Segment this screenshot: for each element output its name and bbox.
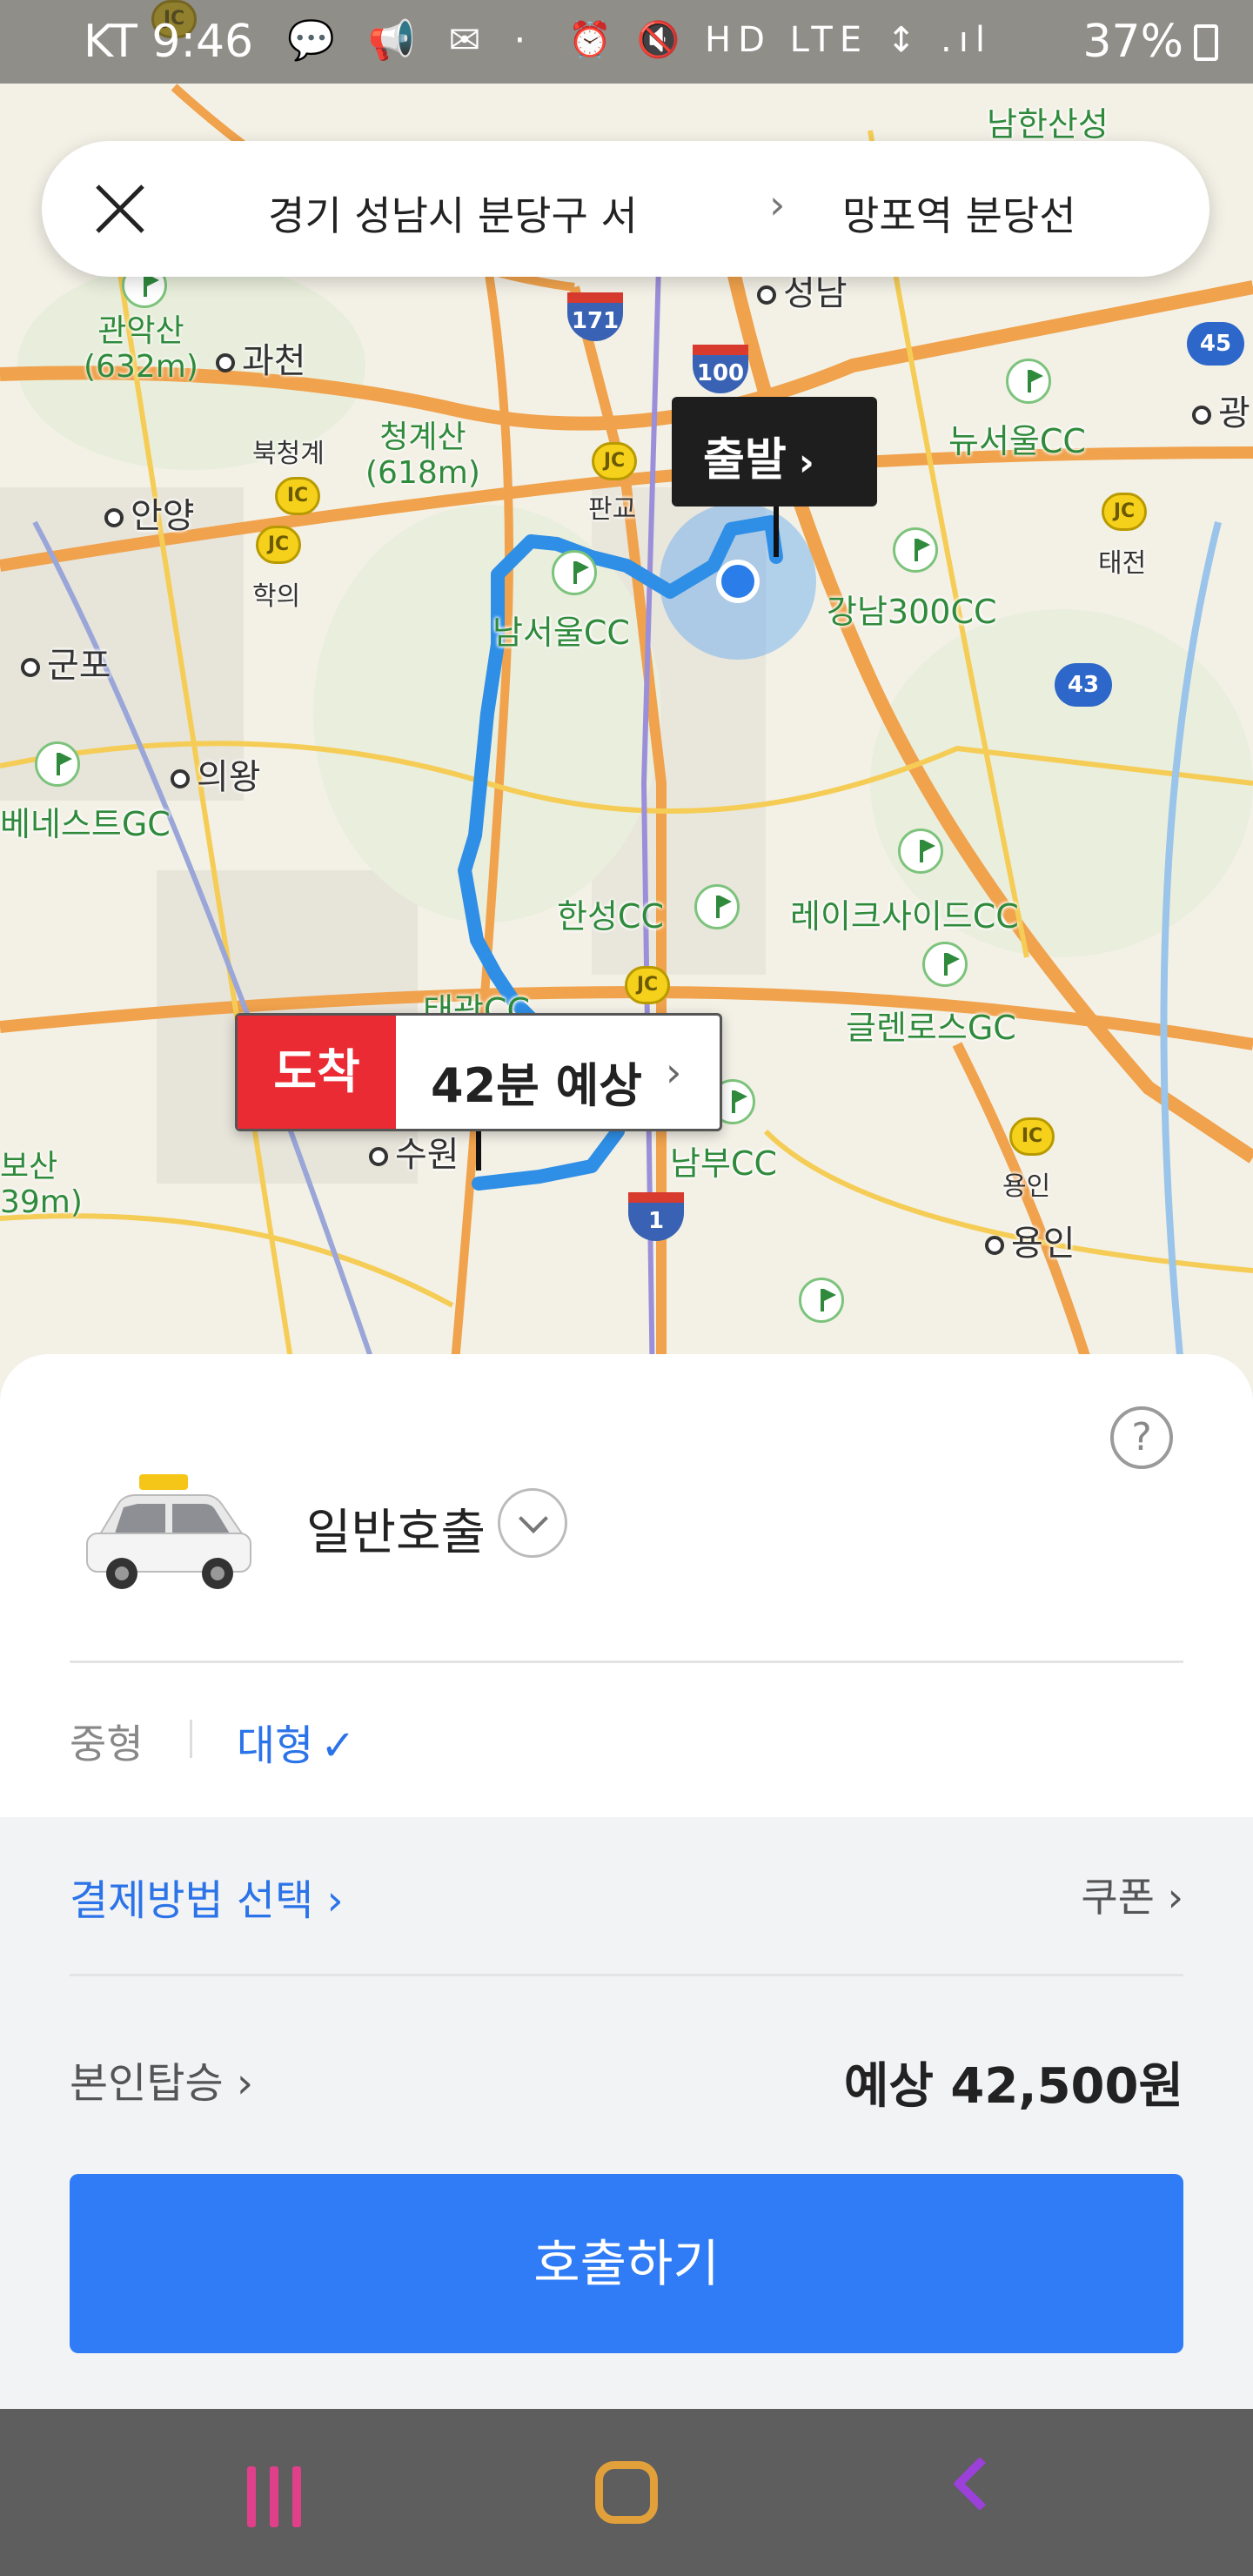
destination-field[interactable]: 망포역 분당선 xyxy=(842,184,1076,242)
golf-icon xyxy=(898,828,943,874)
battery-icon xyxy=(1194,24,1218,61)
map-label-pangyo: 판교 xyxy=(588,494,637,525)
junction-badge: JC xyxy=(256,526,301,564)
chevron-right-icon: › xyxy=(666,1049,682,1096)
map-label-hagui: 학의 xyxy=(252,581,301,612)
golf-icon xyxy=(1006,359,1051,404)
highway-shield-100: 100 xyxy=(693,345,748,393)
map-label-taejeon: 태전 xyxy=(1098,548,1147,579)
map-label-new-seoul-cc: 뉴서울CC xyxy=(948,422,1086,460)
arrival-eta: 42분 예상 xyxy=(431,1058,642,1113)
divider xyxy=(70,1974,1183,1976)
golf-icon xyxy=(694,884,740,929)
back-icon[interactable] xyxy=(952,2456,1008,2512)
start-callout[interactable]: 출발 › xyxy=(672,397,877,506)
golf-icon xyxy=(799,1278,844,1323)
arrival-callout[interactable]: 도착 42분 예상 › xyxy=(235,1013,722,1131)
status-bar: KT 9:46 💬 📢 ✉ · ⏰ 🔇 HD LTE ↕ .ıl 37% xyxy=(0,0,1253,84)
map-label-nambu-cc: 남부CC xyxy=(670,1144,777,1183)
route-shield-43: 43 xyxy=(1055,663,1112,707)
arrival-tag: 도착 xyxy=(238,1016,396,1129)
map-label-bosan: 보산 39m) xyxy=(0,1149,83,1221)
status-carrier-time: KT 9:46 xyxy=(84,16,254,68)
taxi-call-sheet: ? 일반호출 중형 대형 ✓ 결제방법 선택 › 쿠폰 › 본인탑승 › 예상 4… xyxy=(0,1354,1253,2409)
check-icon: ✓ xyxy=(320,1721,356,1770)
map-label-anyang: 안양 xyxy=(104,487,195,538)
notification-icons: 💬 📢 ✉ · xyxy=(287,18,537,63)
map-label-yongin: 용인 xyxy=(985,1215,1075,1265)
map-label-cheonggyesan: 청계산 (618m) xyxy=(365,419,480,492)
divider xyxy=(70,1660,1183,1663)
coupon-link[interactable]: 쿠폰 › xyxy=(1081,1866,1183,1923)
route-search-bar: 경기 성남시 분당구 서 › 망포역 분당선 xyxy=(42,141,1209,277)
recent-apps-icon[interactable] xyxy=(247,2466,303,2527)
start-label: 출발 xyxy=(703,434,787,486)
map-label-gwanaksan: 관악산 (632m) xyxy=(84,313,198,386)
help-icon[interactable]: ? xyxy=(1110,1406,1173,1469)
call-type-label[interactable]: 일반호출 xyxy=(306,1493,486,1564)
payment-method-link[interactable]: 결제방법 선택 › xyxy=(70,1866,344,1927)
map-label-nam-seoul-cc: 남서울CC xyxy=(492,614,630,652)
map-label-glenross-gc: 글렌로스GC xyxy=(846,1009,1016,1047)
junction-badge: JC xyxy=(592,442,637,480)
junction-badge: IC xyxy=(1009,1117,1055,1156)
home-icon[interactable] xyxy=(595,2461,658,2524)
map-label-lakeside-cc: 레이크사이드CC xyxy=(790,897,1019,936)
close-icon[interactable] xyxy=(90,179,150,238)
map-label-gwangju: 광 xyxy=(1192,385,1250,435)
estimated-fare: 예상 42,500원 xyxy=(843,2058,1183,2115)
chevron-right-icon: › xyxy=(769,181,786,228)
map-label-uiwang: 의왕 xyxy=(171,748,261,799)
call-taxi-button[interactable]: 호출하기 xyxy=(70,2174,1183,2353)
size-option-large-label: 대형 xyxy=(237,1721,314,1770)
system-nav-bar xyxy=(0,2409,1253,2576)
golf-icon xyxy=(35,741,80,787)
highway-shield-171: 171 xyxy=(567,292,623,341)
golf-icon xyxy=(893,527,938,573)
map-label-benest-gc: 베네스트GC xyxy=(0,805,171,843)
size-option-mid[interactable]: 중형 xyxy=(70,1713,144,1770)
chevron-right-icon: › xyxy=(798,440,814,485)
junction-badge: JC xyxy=(625,966,670,1004)
battery-percent: 37% xyxy=(1082,16,1183,68)
golf-icon xyxy=(922,942,968,987)
origin-field[interactable]: 경기 성남시 분당구 서 xyxy=(268,184,638,242)
golf-icon xyxy=(552,550,597,595)
map-label-bukcheonggye: 북청계 xyxy=(252,439,325,469)
map-label-gunpo: 군포 xyxy=(21,637,111,688)
junction-badge: IC xyxy=(275,477,320,515)
map-label-yongin-ic: 용인 xyxy=(1002,1171,1051,1202)
map-label-namhansanseong: 남한산성 xyxy=(987,105,1109,144)
map-label-gwacheon: 과천 xyxy=(216,332,306,383)
divider xyxy=(190,1720,192,1758)
chevron-down-icon[interactable] xyxy=(498,1488,567,1558)
junction-badge: JC xyxy=(1102,493,1147,531)
map-label-gangnam300cc: 강남300CC xyxy=(827,593,997,631)
self-ride-link[interactable]: 본인탑승 › xyxy=(70,2049,253,2110)
taxi-icon xyxy=(86,1474,251,1589)
route-shield-45: 45 xyxy=(1187,322,1244,366)
size-option-large[interactable]: 대형 ✓ xyxy=(237,1711,356,1772)
map-label-suwon: 수원 xyxy=(369,1126,459,1177)
system-status-icons: ⏰ 🔇 HD LTE ↕ .ıl xyxy=(567,20,992,60)
map-label-hanseong-cc: 한성CC xyxy=(557,897,664,936)
